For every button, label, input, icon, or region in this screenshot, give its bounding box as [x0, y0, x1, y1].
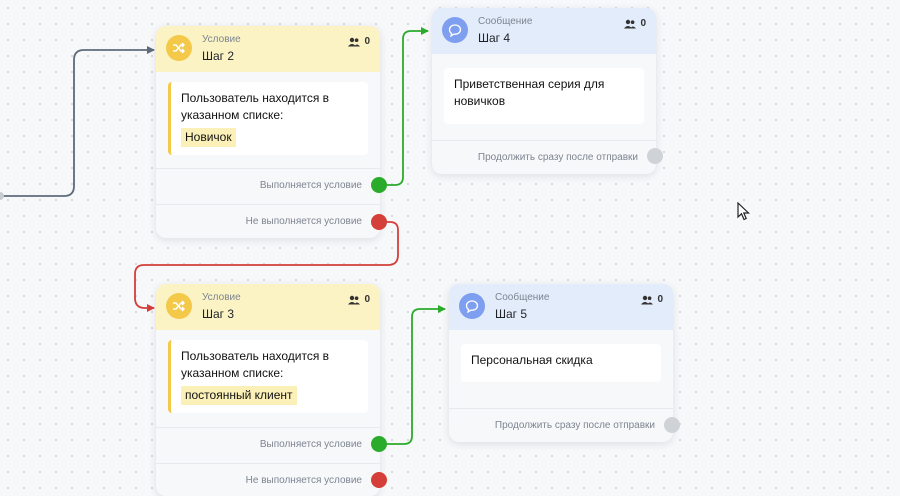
output-continue-row: Продолжить сразу после отправки: [449, 408, 673, 442]
output-no-row: Не выполняется условие: [156, 204, 380, 238]
count-value: 0: [640, 18, 646, 29]
node-header[interactable]: Условие Шаг 3 0: [156, 284, 380, 330]
message-node-step5[interactable]: Сообщение Шаг 5 0 Персональная скидка Пр…: [449, 284, 673, 442]
subscriber-count: 0: [348, 294, 370, 305]
output-no-label: Не выполняется условие: [245, 216, 362, 227]
node-title: Шаг 4: [478, 31, 511, 45]
message-preview: Приветственная серия для новичков: [444, 68, 644, 124]
shuffle-icon: [166, 293, 192, 319]
list-tag: постоянный клиент: [181, 386, 297, 405]
output-yes-label: Выполняется условие: [259, 180, 362, 191]
users-icon: [348, 295, 361, 304]
users-icon: [348, 37, 361, 46]
node-title: Шаг 3: [202, 307, 235, 321]
count-value: 0: [364, 36, 370, 47]
node-type-label: Условие: [202, 292, 241, 303]
subscriber-count: 0: [348, 36, 370, 47]
condition-text: Пользователь находится в указанном списк…: [181, 349, 330, 380]
step2-no-port[interactable]: [371, 214, 387, 230]
message-text: Персональная скидка: [471, 353, 593, 367]
node-type-label: Сообщение: [495, 292, 550, 303]
chat-bubble-icon: [459, 293, 485, 319]
count-value: 0: [657, 294, 663, 305]
node-type-label: Сообщение: [478, 16, 533, 27]
users-icon: [641, 295, 654, 304]
mouse-cursor-icon: [737, 202, 750, 221]
node-title: Шаг 2: [202, 49, 235, 63]
step3-yes-port[interactable]: [371, 436, 387, 452]
step2-yes-port[interactable]: [371, 177, 387, 193]
output-continue-row: Продолжить сразу после отправки: [432, 140, 656, 174]
condition-description: Пользователь находится в указанном списк…: [168, 82, 368, 155]
node-header[interactable]: Условие Шаг 2 0: [156, 26, 380, 72]
step4-continue-port[interactable]: [647, 148, 663, 164]
condition-node-step3[interactable]: Условие Шаг 3 0 Пользователь находится в…: [156, 284, 380, 496]
node-type-label: Условие: [202, 34, 241, 45]
node-title: Шаг 5: [495, 307, 528, 321]
chat-bubble-icon: [442, 17, 468, 43]
count-value: 0: [364, 294, 370, 305]
output-yes-row: Выполняется условие: [156, 427, 380, 461]
condition-text: Пользователь находится в указанном списк…: [181, 91, 330, 122]
condition-node-step2[interactable]: Условие Шаг 2 0 Пользователь находится в…: [156, 26, 380, 238]
output-continue-label: Продолжить сразу после отправки: [494, 420, 655, 431]
link-step2-yes-to-step4: [379, 27, 429, 186]
condition-description: Пользователь находится в указанном списк…: [168, 340, 368, 413]
step5-continue-port[interactable]: [664, 417, 680, 433]
message-preview: Персональная скидка: [461, 344, 661, 382]
message-node-step4[interactable]: Сообщение Шаг 4 0 Приветственная серия д…: [432, 8, 656, 174]
entry-port[interactable]: [0, 192, 4, 200]
output-yes-row: Выполняется условие: [156, 168, 380, 202]
link-entry-to-step2: [0, 46, 155, 197]
node-header[interactable]: Сообщение Шаг 5 0: [449, 284, 673, 330]
list-tag: Новичок: [181, 128, 236, 147]
step3-no-port[interactable]: [371, 472, 387, 488]
node-header[interactable]: Сообщение Шаг 4 0: [432, 8, 656, 54]
message-text: Приветственная серия для новичков: [454, 77, 605, 108]
output-no-row: Не выполняется условие: [156, 463, 380, 496]
shuffle-icon: [166, 35, 192, 61]
link-step3-yes-to-step5: [379, 305, 446, 445]
output-no-label: Не выполняется условие: [245, 475, 362, 486]
output-yes-label: Выполняется условие: [259, 439, 362, 450]
subscriber-count: 0: [641, 294, 663, 305]
subscriber-count: 0: [624, 18, 646, 29]
output-continue-label: Продолжить сразу после отправки: [477, 152, 638, 163]
users-icon: [624, 19, 637, 28]
